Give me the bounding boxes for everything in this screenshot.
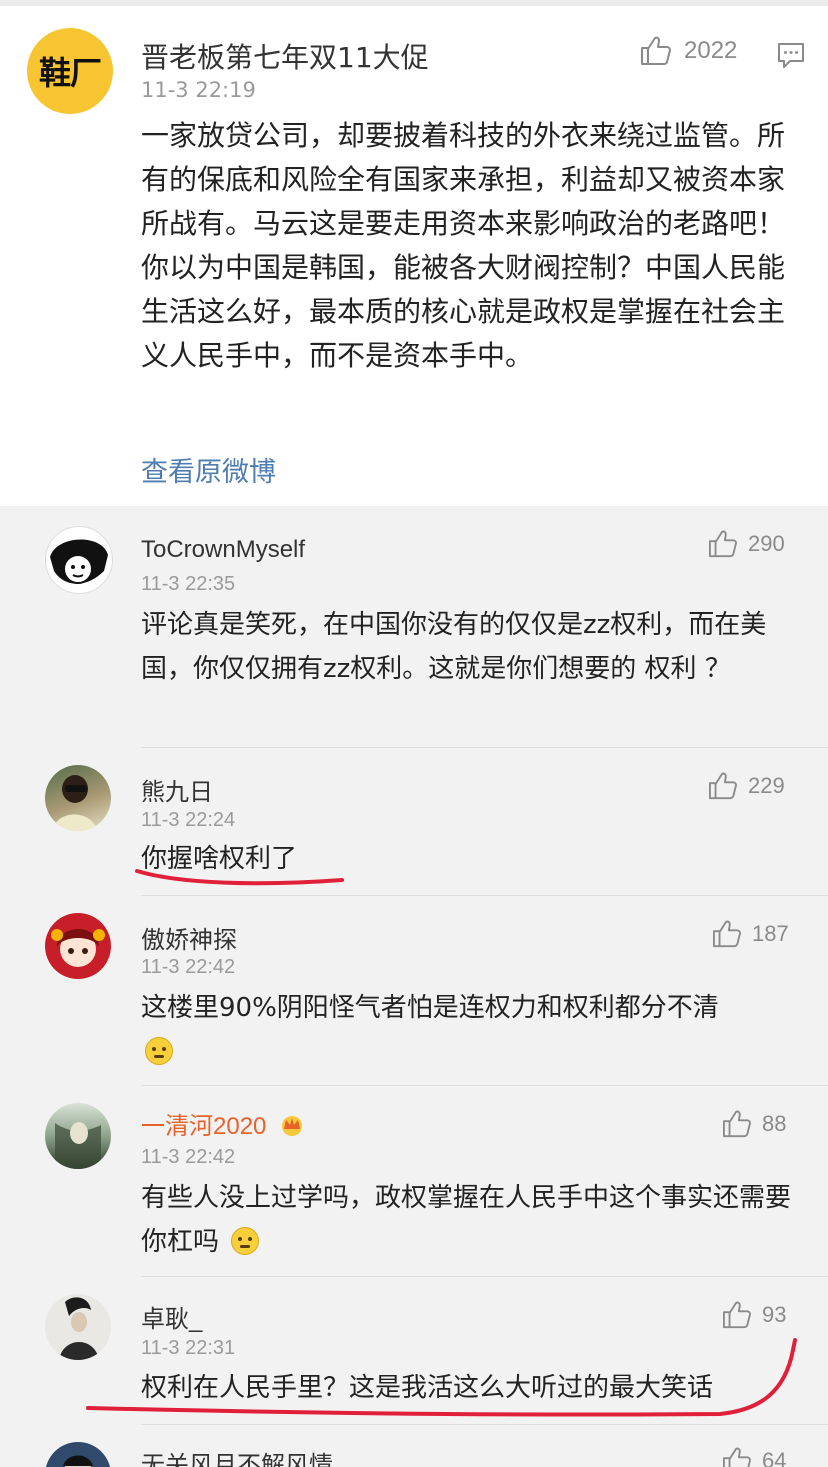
- thumbs-up-icon: [723, 1301, 751, 1329]
- commenter-avatar[interactable]: [45, 913, 111, 979]
- avatar-photo-icon: [63, 1455, 93, 1467]
- commenter-avatar[interactable]: [45, 1294, 111, 1360]
- comment-time: 11-3 22:42: [141, 1146, 236, 1168]
- thumbs-up-icon: [641, 36, 671, 65]
- comment-item: 傲娇神探 11-3 22:42 187 这楼里90%阴阳怪气者怕是连权力和权利都…: [0, 896, 828, 1086]
- commenter-avatar[interactable]: [45, 1103, 111, 1169]
- comment-time: 11-3 22:35: [141, 573, 236, 595]
- comment-icon: [778, 43, 804, 68]
- comment-time: 11-3 22:31: [141, 1337, 236, 1359]
- commenter-avatar[interactable]: [45, 765, 111, 831]
- commenter-avatar[interactable]: [45, 526, 113, 594]
- comment-text-wrap: 这楼里90%阴阳怪气者怕是连权力和权利都分不清: [141, 986, 796, 1074]
- comment-text: 权利在人民手里？这是我活这么大听过的最大笑话: [141, 1373, 714, 1403]
- comment-item: 熊九日 11-3 22:24 229 你握啥权利了: [0, 748, 828, 896]
- comment-like-count: 229: [748, 773, 785, 798]
- commenter-name[interactable]: 傲娇神探: [141, 920, 237, 955]
- commenter-name-vip-wrap: 一清河2020: [141, 1106, 305, 1141]
- thumbs-up-icon: [723, 1447, 751, 1467]
- post-author-avatar[interactable]: 鞋厂: [27, 28, 113, 114]
- avatar-photo-icon: [55, 1122, 101, 1169]
- comment-text: 你握啥权利了: [141, 844, 298, 874]
- post-time: 11-3 22:19: [141, 78, 256, 102]
- commenter-name[interactable]: 卓耿_: [141, 1299, 202, 1334]
- thumbs-up-icon: [713, 920, 741, 948]
- avatar-photo-icon: [59, 1297, 99, 1360]
- commenter-name[interactable]: ToCrownMyself: [141, 536, 305, 564]
- avatar-cartoon-icon: [51, 929, 105, 967]
- view-original-link[interactable]: 查看原微博: [141, 450, 276, 489]
- comment-like-button[interactable]: 88: [722, 1110, 786, 1138]
- crown-icon: [282, 1116, 303, 1136]
- avatar-logo-text: 鞋厂: [38, 54, 102, 92]
- comment-like-count: 290: [748, 531, 785, 556]
- commenter-name[interactable]: 熊九日: [141, 772, 213, 807]
- comment-like-button[interactable]: 64: [722, 1447, 786, 1467]
- comment-like-count: 93: [762, 1302, 787, 1327]
- post-body-text: 一家放贷公司，却要披着科技的外衣来绕过监管。所有的保底和风险全有国家来承担，利益…: [141, 119, 786, 372]
- comment-time: 11-3 22:24: [141, 809, 236, 831]
- post-author-name[interactable]: 晋老板第七年双11大促: [141, 36, 429, 76]
- comment-text: 这楼里90%阴阳怪气者怕是连权力和权利都分不清: [141, 993, 719, 1023]
- emoji-thinking-icon: [145, 1037, 173, 1065]
- original-post: 鞋厂 晋老板第七年双11大促 11-3 22:19 2022 一家放贷公司，却要…: [0, 6, 828, 506]
- avatar-photo-icon: [53, 775, 97, 831]
- emoji-grin-icon: [231, 1227, 260, 1255]
- comment-like-count: 187: [752, 921, 789, 946]
- commenter-name[interactable]: 一清河2020: [141, 1113, 266, 1140]
- comment-like-count: 64: [762, 1448, 787, 1467]
- comment-item: ToCrownMyself 11-3 22:35 290 评论真是笑死，在中国你…: [0, 506, 828, 748]
- avatar-sketch-icon: [50, 539, 108, 584]
- comment-like-button[interactable]: 93: [722, 1301, 786, 1329]
- comment-item: 一清河2020 11-3 22:42 88 有些人没上过学吗，政权掌握在人民手中…: [0, 1086, 828, 1277]
- thumbs-up-icon: [709, 530, 737, 558]
- comment-like-button[interactable]: 290: [708, 530, 785, 558]
- post-comment-button[interactable]: [776, 40, 806, 74]
- comment-like-button[interactable]: 187: [712, 920, 789, 948]
- comment-like-button[interactable]: 229: [708, 772, 785, 800]
- comment-text-wrap: 有些人没上过学吗，政权掌握在人民手中这个事实还需要你杠吗: [141, 1176, 796, 1264]
- thumbs-up-icon: [723, 1110, 751, 1138]
- commenter-avatar[interactable]: [45, 1442, 111, 1467]
- comment-item: 卓耿_ 11-3 22:31 93 权利在人民手里？这是我活这么大听过的最大笑话: [0, 1277, 828, 1425]
- comment-text: 评论真是笑死，在中国你没有的仅仅是zz权利，而在美国，你仅仅拥有zz权利。这就是…: [141, 610, 767, 684]
- post-like-count: 2022: [684, 37, 738, 64]
- post-like-button[interactable]: 2022: [640, 36, 737, 66]
- comment-like-count: 88: [762, 1111, 787, 1136]
- comment-time: 11-3 22:42: [141, 956, 236, 978]
- thumbs-up-icon: [709, 772, 737, 800]
- commenter-name[interactable]: 无关风月不解风情: [141, 1445, 333, 1467]
- comment-item: 无关风月不解风情 64: [0, 1425, 828, 1467]
